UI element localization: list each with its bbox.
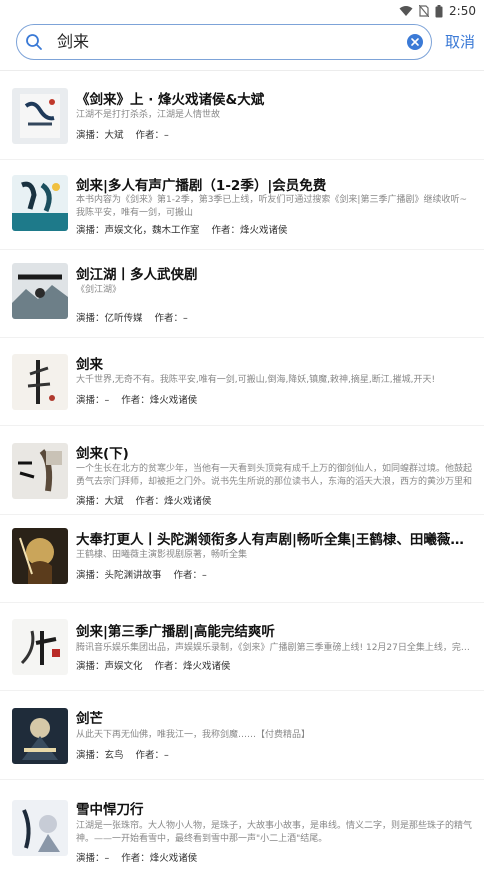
item-title: 大奉打更人丨头陀渊领衔多人有声剧|畅听全集|王鹤棣、田曦薇主演…: [76, 532, 472, 548]
item-title: 剑来: [76, 357, 103, 373]
item-meta: 演播：– 作者：烽火戏诸侯: [76, 395, 198, 406]
item-meta: 演播：– 作者：烽火戏诸侯: [76, 853, 198, 864]
list-item[interactable]: 剑来 大千世界,无奇不有。我陈平安,唯有一剑,可搬山,倒海,降妖,镇魔,敕神,摘…: [0, 338, 484, 426]
search-row: 剑来 取消: [0, 24, 484, 64]
item-desc: 本书内容为《剑来》第1-2季，第3季已上线，听友们可通过搜索《剑来|第三季广播剧…: [76, 195, 468, 218]
item-desc: 江湖是一张珠帘。大人物小人物，是珠子，大故事小故事，是串线。情义二字，则是那些珠…: [76, 821, 472, 844]
search-input[interactable]: 剑来: [16, 24, 432, 60]
clear-icon[interactable]: [407, 34, 423, 50]
divider: [0, 70, 484, 71]
item-title: 《剑来》上 · 烽火戏诸侯&大斌: [76, 92, 265, 108]
search-icon: [25, 33, 43, 55]
item-meta: 演播：声娱文化，魏木工作室 作者：烽火戏诸侯: [76, 225, 288, 236]
item-desc: 从此天下再无仙佛，唯我江一，我称剑魔……【付费精品】: [76, 730, 311, 740]
item-desc: 大千世界,无奇不有。我陈平安,唯有一剑,可搬山,倒海,降妖,镇魔,敕神,摘星,断…: [76, 375, 436, 385]
book-cover: [12, 263, 68, 319]
status-bar: 2:50: [0, 0, 484, 22]
item-title: 雪中悍刀行: [76, 802, 144, 818]
item-title: 剑芒: [76, 711, 103, 727]
list-item[interactable]: 剑芒 从此天下再无仙佛，唯我江一，我称剑魔……【付费精品】 演播：玄鸟 作者：–: [0, 691, 484, 780]
list-item[interactable]: 《剑来》上 · 烽火戏诸侯&大斌 江湖不是打打杀杀，江湖是人情世故 演播：大斌作…: [0, 72, 484, 160]
item-desc: 江湖不是打打杀杀，江湖是人情世故: [76, 110, 221, 120]
list-item[interactable]: 剑来|第三季广播剧|高能完结爽听 腾讯音乐娱乐集团出品，声娱娱乐录制，《剑来》广…: [0, 603, 484, 691]
item-meta: 演播：玄鸟 作者：–: [76, 750, 169, 761]
book-cover: [12, 800, 68, 856]
item-meta: 演播：大斌 作者：烽火戏诸侯: [76, 496, 212, 507]
clock: 2:50: [449, 4, 476, 18]
book-cover: [12, 354, 68, 410]
book-cover: [12, 619, 68, 675]
book-cover: [12, 708, 68, 764]
item-title: 剑来|多人有声广播剧（1-2季）|会员免费: [76, 178, 327, 194]
item-desc: 《剑江湖》: [76, 285, 122, 295]
item-desc: 腾讯音乐娱乐集团出品，声娱娱乐录制，《剑来》广播剧第三季重磅上线! 12月27日…: [76, 643, 472, 653]
item-meta: 演播：头陀渊讲故事 作者：–: [76, 570, 207, 581]
list-item[interactable]: 大奉打更人丨头陀渊领衔多人有声剧|畅听全集|王鹤棣、田曦薇主演… 王鹤棣、田曦薇…: [0, 515, 484, 603]
book-cover: [12, 443, 68, 499]
item-meta: 演播：声娱文化 作者：烽火戏诸侯: [76, 661, 231, 672]
item-meta: 演播：大斌 作者：–: [76, 130, 169, 141]
item-title: 剑来|第三季广播剧|高能完结爽听: [76, 624, 275, 640]
item-title: 剑江湖丨多人武侠剧: [76, 267, 198, 283]
book-cover: [12, 528, 68, 584]
list-item[interactable]: 雪中悍刀行 江湖是一张珠帘。大人物小人物，是珠子，大故事小故事，是串线。情义二字…: [0, 780, 484, 872]
cancel-button[interactable]: 取消: [445, 32, 475, 52]
book-cover: [12, 88, 68, 144]
list-item[interactable]: 剑来|多人有声广播剧（1-2季）|会员免费 本书内容为《剑来》第1-2季，第3季…: [0, 160, 484, 250]
result-list: 《剑来》上 · 烽火戏诸侯&大斌 江湖不是打打杀杀，江湖是人情世故 演播：大斌作…: [0, 72, 484, 872]
item-desc: 一个生长在北方的贫寒少年，当他有一天看到头顶竟有成千上万的御剑仙人，如同蝗群过境…: [76, 464, 472, 487]
wifi-icon: [399, 5, 413, 17]
battery-icon: [435, 4, 443, 18]
item-meta: 演播：亿听传媒 作者：–: [76, 313, 188, 324]
item-desc: 王鹤棣、田曦薇主演影视剧原著，畅听全集: [76, 550, 248, 560]
item-title: 剑来(下): [76, 446, 129, 462]
list-item[interactable]: 剑来(下) 一个生长在北方的贫寒少年，当他有一天看到头顶竟有成千上万的御剑仙人，…: [0, 426, 484, 515]
search-query[interactable]: 剑来: [57, 25, 89, 59]
list-item[interactable]: 剑江湖丨多人武侠剧 《剑江湖》 演播：亿听传媒 作者：–: [0, 250, 484, 338]
book-cover: [12, 175, 68, 231]
no-sim-icon: [419, 5, 430, 17]
